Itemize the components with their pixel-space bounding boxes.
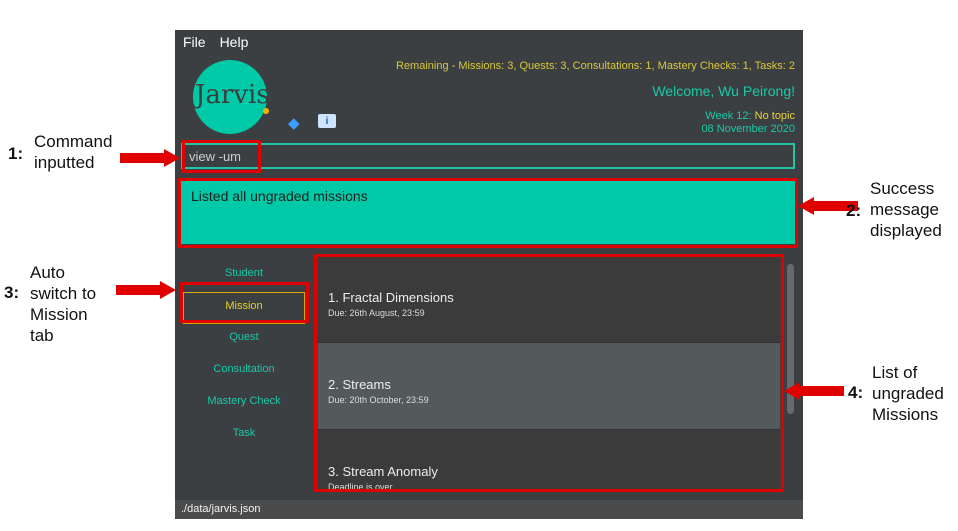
week-info: Week 12: No topic 08 November 2020	[701, 110, 795, 136]
current-date: 08 November 2020	[701, 123, 795, 135]
highlight-mission-list	[314, 254, 784, 492]
annotation-1: 1: Command inputted	[8, 131, 113, 173]
annotation-line: Mission	[30, 305, 88, 324]
annotation-3: 3: Auto switch to Mission tab	[4, 262, 97, 346]
annotation-line: switch to	[30, 284, 97, 303]
highlight-result	[178, 178, 798, 248]
arrow-1	[120, 149, 180, 167]
jarvis-logo: Jarvis	[193, 60, 270, 134]
menu-help[interactable]: Help	[220, 34, 249, 50]
status-bar: ./data/jarvis.json	[175, 500, 803, 519]
tab-consultation[interactable]: Consultation	[183, 356, 305, 388]
annotation-line: inputted	[34, 153, 95, 172]
annotation-line: Success	[870, 179, 935, 198]
highlight-command	[182, 140, 261, 173]
annotation-number: 3:	[4, 283, 20, 302]
menu-bar: File Help	[175, 30, 248, 54]
week-label: Week 12:	[705, 110, 752, 122]
command-input[interactable]	[183, 145, 793, 167]
arrow-4	[784, 382, 844, 400]
annotation-4: 4: List of ungraded Missions	[848, 362, 944, 425]
annotation-line: displayed	[870, 221, 942, 240]
annotation-line: Command	[34, 132, 113, 151]
tab-quest[interactable]: Quest	[183, 324, 305, 356]
remaining-summary: Remaining - Missions: 3, Quests: 3, Cons…	[395, 60, 795, 72]
logo-text: Jarvis	[195, 80, 270, 110]
tab-task[interactable]: Task	[183, 420, 305, 452]
annotation-number: 2:	[846, 201, 862, 220]
annotation-line: Auto	[30, 263, 65, 282]
week-topic: No topic	[754, 110, 795, 122]
annotation-number: 4:	[848, 383, 864, 402]
annotation-line: Missions	[872, 405, 939, 424]
book-icon[interactable]: i	[318, 114, 336, 128]
water-drop-icon[interactable]: ◆	[288, 114, 300, 132]
annotation-2: 2: Success message displayed	[846, 178, 942, 241]
menu-file[interactable]: File	[183, 34, 206, 50]
annotation-line: ungraded	[872, 384, 944, 403]
welcome-message: Welcome, Wu Peirong!	[652, 83, 795, 99]
arrow-3	[116, 281, 176, 299]
tab-mastery-check[interactable]: Mastery Check	[183, 388, 305, 420]
annotation-line: message	[870, 200, 939, 219]
annotation-line: List of	[872, 363, 918, 382]
annotation-line: tab	[30, 326, 54, 345]
annotation-number: 1:	[8, 144, 24, 163]
highlight-mission-tab	[180, 282, 309, 323]
command-box[interactable]	[181, 143, 795, 169]
